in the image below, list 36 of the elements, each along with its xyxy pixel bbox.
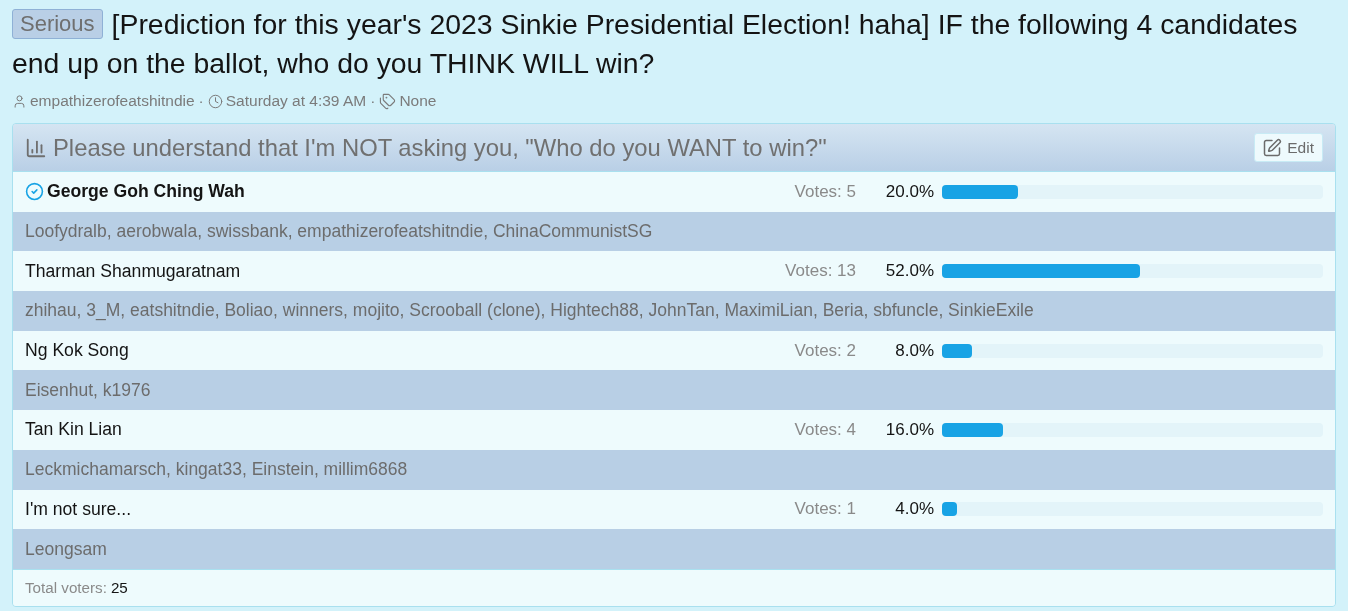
user-icon [12, 93, 27, 109]
meta-separator: · [198, 92, 204, 110]
voter-list: Loofydralb, aerobwala, swissbank, empathizerofeatshitndie, ChinaCommunistSG [25, 221, 653, 243]
prefix-label[interactable]: Serious [12, 9, 103, 39]
option-name: George Goh Ching Wah [47, 181, 245, 203]
voter-list: Leckmichamarsch, kingat33, Einstein, millim6868 [25, 459, 408, 481]
meta-separator: · [370, 92, 376, 110]
option-name: Tan Kin Lian [25, 419, 122, 441]
tags-text: None [399, 92, 437, 110]
clock-icon [207, 93, 223, 109]
option-name: I'm not sure... [25, 498, 132, 520]
vote-percent: 20.0% [884, 181, 934, 202]
vote-percent: 16.0% [884, 419, 934, 440]
voter-list: zhihau, 3_M, eatshitndie, Boliao, winners, mojito, Scrooball (clone), Hightech88, JohnTan, MaximiLian, Beria, sbfuncle, SinkieExile [25, 300, 1034, 322]
vote-count: Votes: 13 [785, 261, 856, 282]
post-date-link[interactable]: Saturday at 4:39 AM [225, 92, 367, 110]
vote-percent: 52.0% [884, 261, 934, 282]
thread-title: Serious [Prediction for this year's 2023 Sinkie Presidential Election! haha] IF the following 4 candidates end up on the ballot, who do you THINK WILL win? [12, 7, 1299, 81]
vote-count: Votes: 1 [794, 499, 856, 520]
bar-chart-icon [25, 136, 47, 159]
author-link[interactable]: empathizerofeatshitndie [30, 92, 195, 110]
vote-count: Votes: 5 [794, 181, 856, 202]
option-name: Ng Kok Song [25, 340, 129, 362]
vote-count: Votes: 2 [794, 340, 856, 361]
tags-icon [379, 92, 397, 110]
edit-icon [1262, 137, 1283, 158]
edit-button[interactable]: Edit [1254, 133, 1323, 162]
total-voters-label: Total voters: [25, 579, 107, 597]
vote-percent: 4.0% [894, 499, 934, 520]
vote-percent: 8.0% [894, 340, 934, 361]
poll-question: Please understand that I'm NOT asking you, "Who do you WANT to win?" [53, 133, 828, 162]
voter-list: Leongsam [25, 538, 107, 560]
voter-list: Eisenhut, k1976 [25, 379, 151, 401]
total-voters-value: 25 [110, 579, 128, 597]
vote-count: Votes: 4 [794, 419, 856, 440]
option-name: Tharman Shanmugaratnam [25, 260, 241, 282]
